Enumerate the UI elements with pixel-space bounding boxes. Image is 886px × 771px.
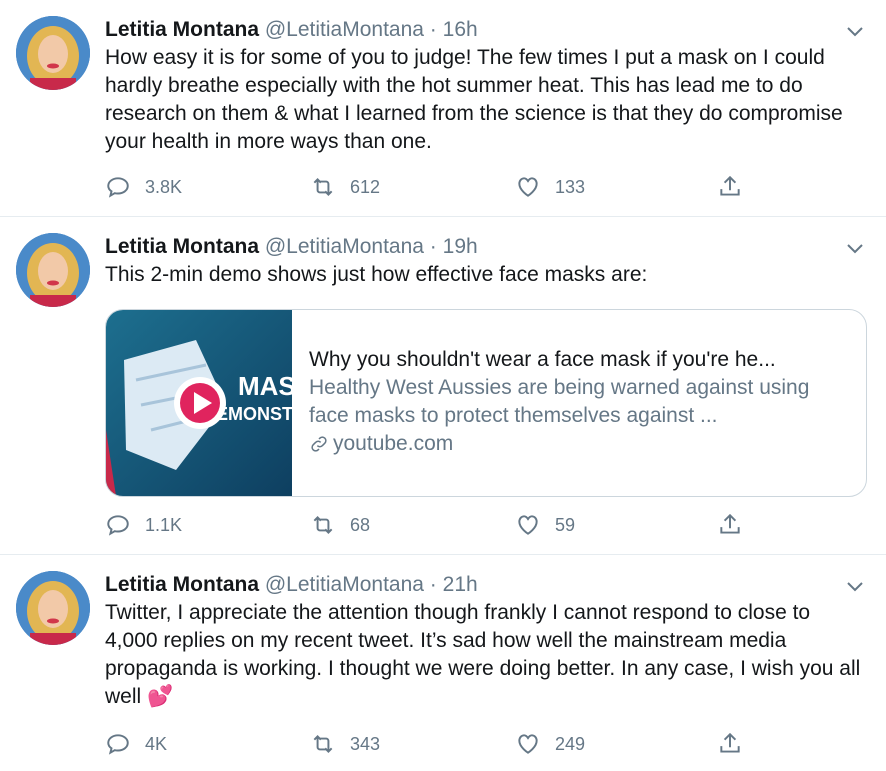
reply-count: 4K — [145, 733, 168, 754]
like-icon — [518, 734, 538, 754]
card-title: Why you shouldn't wear a face mask if yo… — [309, 348, 776, 371]
display-name[interactable]: Letitia Montana — [105, 18, 259, 41]
display-name[interactable]: Letitia Montana — [105, 235, 259, 258]
retweet-button[interactable]: 612 — [310, 172, 380, 202]
reply-button[interactable]: 1.1K — [105, 510, 182, 540]
separator-dot: · — [429, 18, 437, 41]
separator-dot: · — [429, 235, 437, 258]
retweet-count: 68 — [350, 514, 371, 535]
share-button[interactable] — [717, 172, 743, 202]
emoji: 💕 — [147, 685, 174, 708]
retweet-count: 343 — [350, 733, 381, 754]
card-domain: youtube.com — [309, 430, 850, 458]
card-domain-text: youtube.com — [333, 432, 454, 455]
reply-icon — [107, 734, 129, 755]
share-icon — [720, 732, 740, 753]
retweet-icon — [313, 735, 333, 753]
avatar[interactable] — [16, 233, 90, 307]
tweet-text: How easy it is for some of you to judge!… — [105, 46, 843, 153]
tweet[interactable]: Letitia Montana @LetitiaMontana · 16h Ho… — [0, 0, 886, 217]
timestamp[interactable]: 21h — [443, 573, 478, 596]
user-handle[interactable]: @LetitiaMontana — [265, 235, 424, 258]
chevron-down-icon[interactable] — [846, 239, 864, 257]
separator-dot: · — [429, 573, 437, 596]
tweet-text-body: Twitter, I appreciate the attention thou… — [105, 601, 861, 708]
chevron-down-icon[interactable] — [846, 577, 864, 595]
tweet[interactable]: Letitia Montana @LetitiaMontana · 19h Th… — [0, 217, 886, 555]
video-thumbnail[interactable]: MAS EMONSTR — [106, 310, 292, 496]
card-description: Healthy West Aussies are being warned ag… — [309, 376, 810, 427]
reply-count: 3.8K — [145, 176, 183, 197]
tweet-text: This 2-min demo shows just how effective… — [105, 263, 648, 286]
share-icon — [720, 175, 740, 196]
timestamp[interactable]: 19h — [443, 235, 478, 258]
avatar[interactable] — [16, 571, 90, 645]
link-card[interactable]: MAS EMONSTR Why you shouldn't wear a fac… — [105, 309, 867, 497]
retweet-icon — [313, 178, 333, 196]
thumbnail-caption: MAS — [238, 371, 292, 401]
reply-icon — [107, 177, 129, 198]
chevron-down-icon[interactable] — [846, 22, 864, 40]
display-name[interactable]: Letitia Montana — [105, 573, 259, 596]
tweet-text: Twitter, I appreciate the attention thou… — [105, 599, 866, 711]
user-handle[interactable]: @LetitiaMontana — [265, 18, 424, 41]
play-icon[interactable] — [174, 377, 226, 429]
avatar[interactable] — [16, 16, 90, 90]
retweet-button[interactable]: 68 — [310, 510, 370, 540]
reply-icon — [107, 515, 129, 536]
like-button[interactable]: 249 — [515, 729, 585, 759]
like-button[interactable]: 59 — [515, 510, 575, 540]
reply-count: 1.1K — [145, 514, 183, 535]
share-button[interactable] — [717, 510, 743, 540]
like-count: 133 — [555, 176, 586, 197]
like-icon — [518, 177, 538, 197]
thumbnail-caption: EMONSTR — [216, 404, 292, 424]
like-count: 59 — [555, 514, 576, 535]
reply-button[interactable]: 4K — [105, 729, 167, 759]
retweet-count: 612 — [350, 176, 381, 197]
retweet-button[interactable]: 343 — [310, 729, 380, 759]
share-button[interactable] — [717, 729, 743, 759]
like-icon — [518, 515, 538, 535]
share-icon — [720, 513, 740, 534]
user-handle[interactable]: @LetitiaMontana — [265, 573, 424, 596]
link-icon — [311, 436, 327, 452]
reply-button[interactable]: 3.8K — [105, 172, 182, 202]
retweet-icon — [313, 516, 333, 534]
timestamp[interactable]: 16h — [443, 18, 478, 41]
tweet[interactable]: Letitia Montana @LetitiaMontana · 21h Tw… — [0, 555, 886, 771]
like-button[interactable]: 133 — [515, 172, 585, 202]
like-count: 249 — [555, 733, 586, 754]
